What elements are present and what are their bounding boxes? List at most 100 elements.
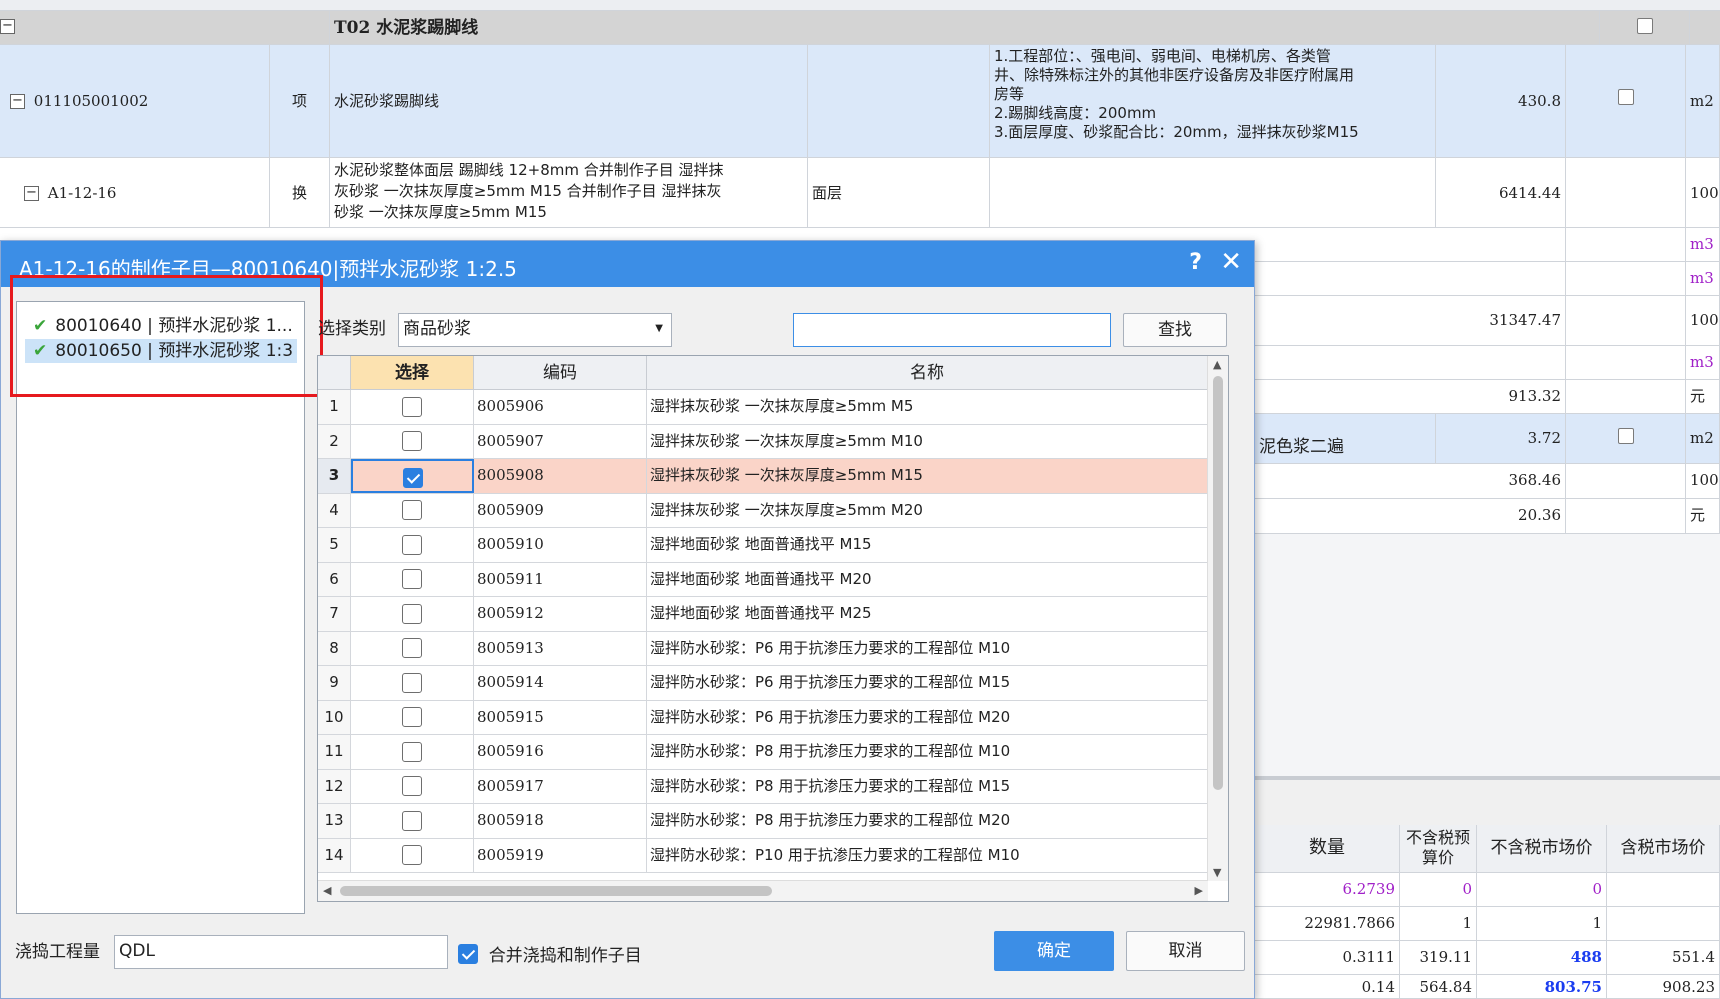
table-row[interactable]: 10 8005915 湿拌防水砂浆：P6 用于抗渗压力要求的工程部位 M20: [318, 700, 1208, 735]
item-quantity: 430.8: [1436, 45, 1566, 157]
search-button[interactable]: 查找: [1123, 313, 1227, 347]
collapse-icon[interactable]: −: [10, 94, 25, 109]
select-cell[interactable]: [351, 631, 474, 665]
name-cell: 湿拌防水砂浆：P10 用于抗渗压力要求的工程部位 M10: [647, 838, 1208, 872]
horizontal-scrollbar[interactable]: ◀ ▶: [318, 880, 1208, 901]
category-select[interactable]: 商品砂浆 ▼: [398, 313, 672, 347]
table-row[interactable]: 3 8005908 湿拌抹灰砂浆 一次抹灰厚度≥5mm M15: [318, 459, 1208, 494]
right-unit: 100m: [1686, 464, 1720, 498]
row-checkbox[interactable]: [402, 776, 422, 796]
select-cell[interactable]: [351, 838, 474, 872]
scroll-left-icon[interactable]: ◀: [323, 884, 331, 897]
select-cell[interactable]: [351, 493, 474, 527]
row-checkbox[interactable]: [402, 845, 422, 865]
table-row[interactable]: 13 8005918 湿拌防水砂浆：P8 用于抗渗压力要求的工程部位 M20: [318, 804, 1208, 839]
item-checkbox[interactable]: [1617, 89, 1634, 105]
search-input[interactable]: [793, 313, 1111, 347]
table-row[interactable]: 2 8005907 湿拌抹灰砂浆 一次抹灰厚度≥5mm M10: [318, 424, 1208, 459]
scroll-thumb[interactable]: [1213, 376, 1223, 790]
scroll-up-icon[interactable]: ▲: [1213, 358, 1221, 371]
row-checkbox[interactable]: [402, 534, 422, 555]
row-checkbox[interactable]: [402, 741, 422, 762]
row-checkbox[interactable]: [402, 569, 422, 589]
code-cell: 8005908: [474, 459, 647, 493]
section-checkbox[interactable]: [1636, 18, 1653, 34]
table-row[interactable]: 8 8005913 湿拌防水砂浆：P6 用于抗渗压力要求的工程部位 M10: [318, 631, 1208, 666]
select-cell[interactable]: [351, 804, 474, 838]
table-row[interactable]: 7 8005912 湿拌地面砂浆 地面普通找平 M25: [318, 597, 1208, 632]
merge-label: 合并浇捣和制作子目: [488, 946, 642, 966]
budget-header: 不含税预算价: [1400, 825, 1477, 872]
category-label: 选择类别: [318, 319, 386, 339]
select-cell[interactable]: [351, 597, 474, 631]
name-header[interactable]: 名称: [647, 356, 1208, 390]
cancel-button[interactable]: 取消: [1126, 931, 1245, 971]
sub-quantity: 6414.44: [1436, 158, 1566, 227]
code-cell: 8005919: [474, 838, 647, 872]
table-row[interactable]: 6 8005911 湿拌地面砂浆 地面普通找平 M20: [318, 562, 1208, 597]
select-cell[interactable]: [351, 390, 474, 424]
select-cell[interactable]: [351, 700, 474, 734]
table-row[interactable]: 11 8005916 湿拌防水砂浆：P8 用于抗渗压力要求的工程部位 M10: [318, 735, 1208, 770]
select-cell[interactable]: [351, 769, 474, 803]
code-cell: 8005917: [474, 769, 647, 803]
collapse-icon[interactable]: −: [24, 186, 39, 201]
header-row: [0, 0, 1720, 11]
vertical-scrollbar[interactable]: ▲ ▼: [1207, 356, 1228, 881]
section-code: T02 水泥浆踢脚线: [330, 11, 1600, 44]
item-unit2: m2: [1686, 45, 1720, 157]
select-cell[interactable]: [351, 735, 474, 769]
close-icon[interactable]: ✕: [1220, 247, 1242, 277]
pour-input[interactable]: QDL: [114, 935, 448, 969]
table-row[interactable]: 9 8005914 湿拌防水砂浆：P6 用于抗渗压力要求的工程部位 M15: [318, 666, 1208, 701]
name-cell: 湿拌地面砂浆 地面普通找平 M20: [647, 562, 1208, 596]
collapse-icon[interactable]: −: [0, 19, 15, 34]
row-checkbox[interactable]: [402, 707, 422, 727]
row-checkbox[interactable]: [402, 467, 423, 488]
name-cell: 湿拌地面砂浆 地面普通找平 M25: [647, 597, 1208, 631]
table-row[interactable]: 1 8005906 湿拌抹灰砂浆 一次抹灰厚度≥5mm M5: [318, 390, 1208, 425]
select-cell[interactable]: [351, 528, 474, 562]
code-cell: 8005907: [474, 424, 647, 458]
select-cell[interactable]: [351, 424, 474, 458]
ok-button[interactable]: 确定: [994, 931, 1114, 971]
sub-row[interactable]: − A1-12-16 换 水泥砂浆整体面层 踢脚线 12+8mm 合并制作子目 …: [0, 158, 1720, 228]
select-header[interactable]: 选择: [351, 356, 474, 390]
code-header[interactable]: 编码: [474, 356, 647, 390]
scroll-down-icon[interactable]: ▼: [1213, 866, 1221, 879]
scroll-right-icon[interactable]: ▶: [1195, 884, 1203, 897]
name-cell: 湿拌防水砂浆：P6 用于抗渗压力要求的工程部位 M10: [647, 631, 1208, 665]
merge-checkbox-wrap[interactable]: 合并浇捣和制作子目: [458, 941, 642, 966]
row-checkbox[interactable]: [402, 638, 422, 658]
name-cell: 湿拌防水砂浆：P8 用于抗渗压力要求的工程部位 M15: [647, 769, 1208, 803]
help-icon[interactable]: ?: [1189, 250, 1202, 275]
right-quantity: 913.32: [1436, 380, 1566, 413]
code-cell: 8005914: [474, 666, 647, 700]
row-checkbox[interactable]: [1617, 428, 1634, 444]
merge-checkbox[interactable]: [458, 943, 478, 964]
row-checkbox[interactable]: [402, 603, 422, 624]
section-row[interactable]: − T02 水泥浆踢脚线: [0, 11, 1720, 45]
code-cell: 8005906: [474, 390, 647, 424]
select-cell[interactable]: [351, 666, 474, 700]
item-row[interactable]: − 011105001002 项 水泥砂浆踢脚线 1.工程部位：、强电间、弱电间…: [0, 45, 1720, 158]
table-row[interactable]: 4 8005909 湿拌抹灰砂浆 一次抹灰厚度≥5mm M20: [318, 493, 1208, 528]
table-row[interactable]: 14 8005919 湿拌防水砂浆：P10 用于抗渗压力要求的工程部位 M10: [318, 838, 1208, 873]
code-cell: 8005909: [474, 493, 647, 527]
row-checkbox[interactable]: [402, 396, 422, 417]
select-cell[interactable]: [351, 459, 474, 493]
item-unit: 项: [270, 45, 330, 157]
select-cell[interactable]: [351, 562, 474, 596]
sub-unit2: 100m: [1686, 158, 1720, 227]
right-quantity: 3.72: [1436, 414, 1566, 463]
row-checkbox[interactable]: [402, 500, 422, 520]
item-name: 水泥砂浆踢脚线: [330, 45, 808, 157]
table-row[interactable]: 12 8005917 湿拌防水砂浆：P8 用于抗渗压力要求的工程部位 M15: [318, 769, 1208, 804]
right-quantity: 31347.47: [1436, 296, 1566, 345]
scroll-thumb[interactable]: [340, 886, 772, 896]
table-row[interactable]: 5 8005910 湿拌地面砂浆 地面普通找平 M15: [318, 528, 1208, 563]
row-checkbox[interactable]: [402, 810, 422, 831]
row-checkbox[interactable]: [402, 431, 422, 451]
right-quantity: 368.46: [1436, 464, 1566, 498]
row-checkbox[interactable]: [402, 672, 422, 693]
